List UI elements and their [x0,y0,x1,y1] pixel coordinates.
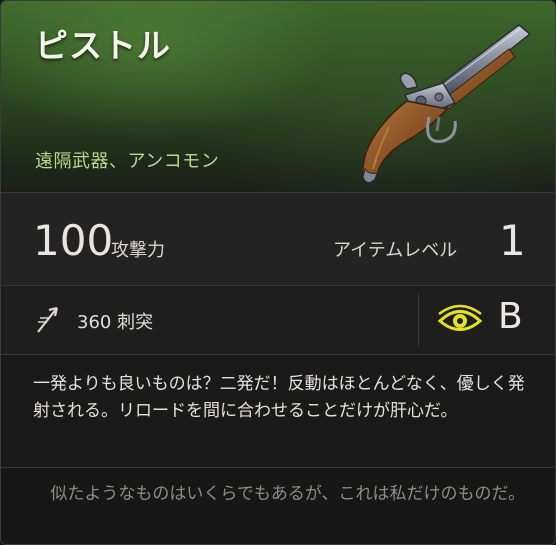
item-flavor-text: 似たようなものはいくらでもあるが、これは私だけのものだ。 [50,484,525,504]
attack-label: 攻撃力 [111,240,165,261]
item-type-rarity: 遠隔武器、アンコモン [35,151,220,172]
damage-value-type: 360 刺突 [77,312,154,333]
item-description: 一発よりも良いものは？二発だ！反動はほとんどなく、優しく発射される。リロードを間… [33,374,525,421]
eye-icon [437,304,483,331]
attack-value: 100 [33,216,114,265]
vertical-divider [418,294,419,346]
item-level-label: アイテムレベル [333,240,458,261]
item-tooltip-card: ピストル 遠隔武器、アンコモン 100 攻撃力 アイテムレベル 1 360 刺突… [0,0,556,545]
item-header: ピストル 遠隔武器、アンコモン [1,1,555,192]
pierce-arrow-icon [37,306,59,333]
item-name: ピストル [35,26,171,65]
flintlock-pistol-icon [362,24,532,183]
grade-letter: B [498,296,523,337]
item-level-value: 1 [499,216,526,265]
